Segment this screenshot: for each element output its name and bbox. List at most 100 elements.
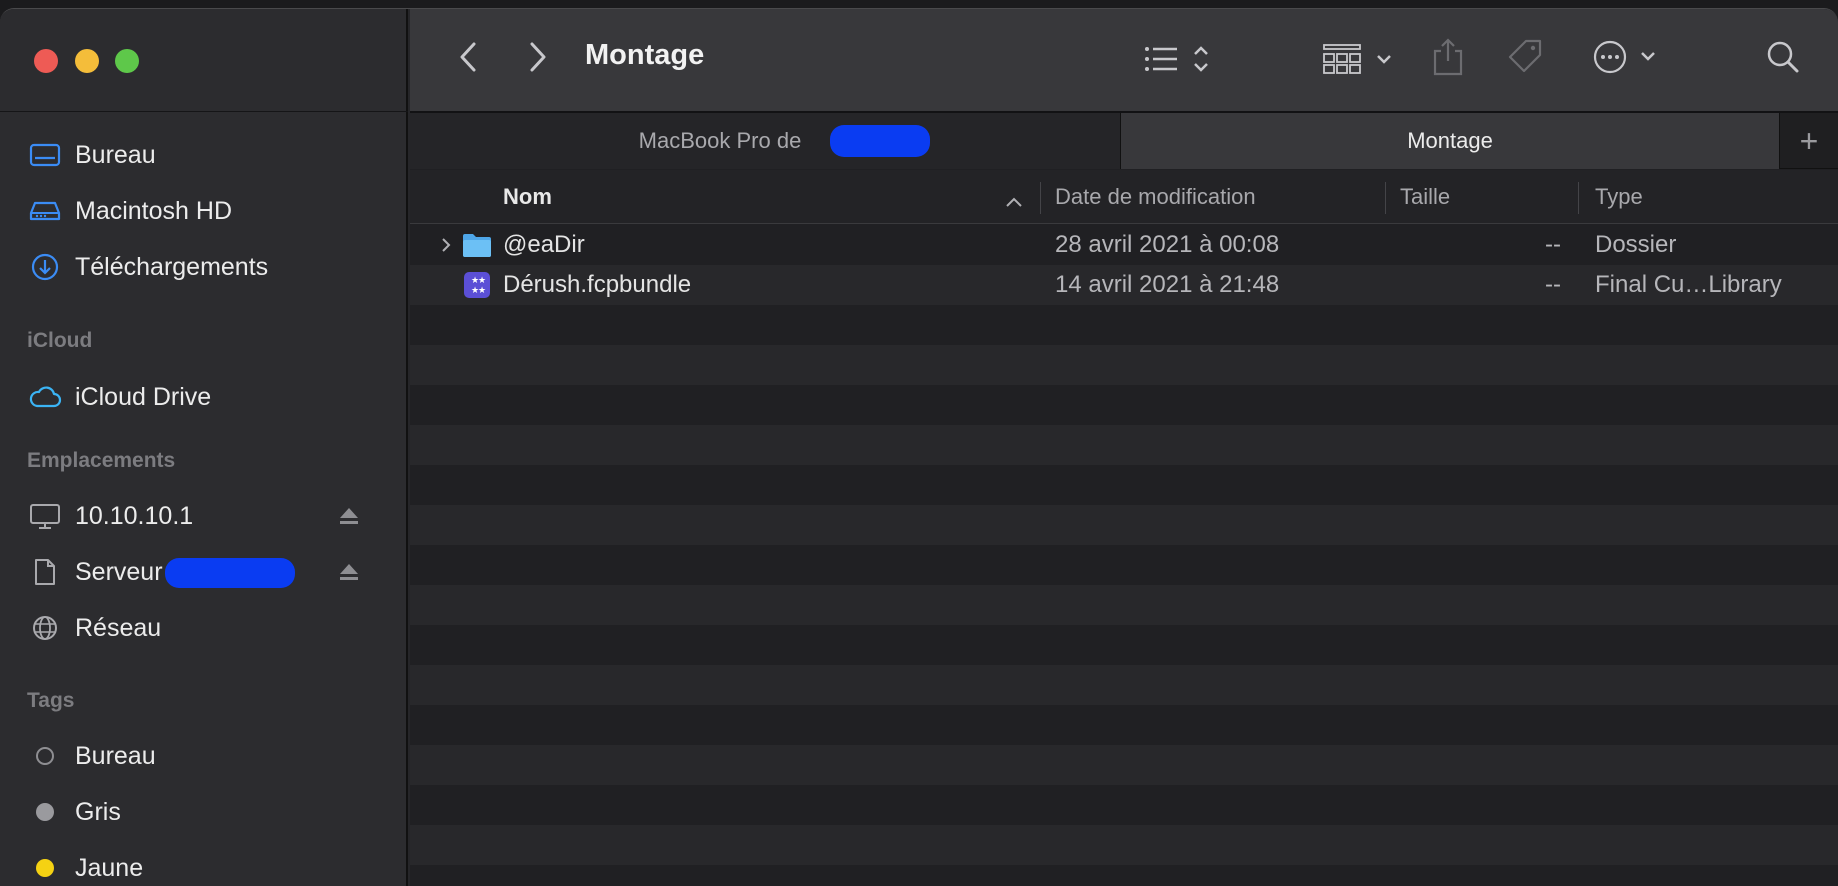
sidebar-tag-bureau[interactable]: Bureau xyxy=(0,734,400,778)
sidebar: Bureau Macintosh HD Téléchargements iClo… xyxy=(0,9,408,886)
sidebar-item-macintosh-hd[interactable]: Macintosh HD xyxy=(0,189,400,233)
tab-macbook-pro[interactable]: MacBook Pro de xyxy=(410,113,1120,169)
sidebar-item-bureau[interactable]: Bureau xyxy=(0,133,400,177)
eject-icon[interactable] xyxy=(338,562,360,582)
sidebar-heading-locations: Emplacements xyxy=(27,449,176,472)
sidebar-item-label: Téléchargements xyxy=(75,252,269,281)
file-row-eadir[interactable]: @eaDir 28 avril 2021 à 00:08 -- Dossier xyxy=(410,225,1838,265)
share-button[interactable] xyxy=(1430,37,1466,81)
back-button[interactable] xyxy=(450,41,486,77)
file-type: Dossier xyxy=(1595,231,1677,258)
group-button[interactable] xyxy=(1320,43,1396,79)
sidebar-tag-gris[interactable]: Gris xyxy=(0,790,400,834)
search-icon xyxy=(1766,40,1800,79)
file-date: 28 avril 2021 à 00:08 xyxy=(1055,231,1280,258)
sidebar-item-label: iCloud Drive xyxy=(75,382,212,411)
column-label: Date de modification xyxy=(1055,184,1256,209)
redaction-mark xyxy=(830,125,930,157)
empty-row xyxy=(410,305,1838,345)
file-date: 14 avril 2021 à 21:48 xyxy=(1055,271,1280,298)
new-tab-button[interactable]: + xyxy=(1780,113,1838,169)
folder-icon xyxy=(462,225,492,265)
column-label: Type xyxy=(1595,184,1643,209)
sidebar-item-label: 10.10.10.1 xyxy=(75,501,194,530)
ellipsis-circle-icon xyxy=(1592,39,1664,80)
chevron-right-icon xyxy=(528,41,548,78)
tab-label: Montage xyxy=(1407,128,1493,153)
file-row-derush[interactable]: ★ ★ ★ ★ Dérush.fcpbundle 14 avril 2021 à 21… xyxy=(410,265,1838,305)
tag-icon xyxy=(1506,38,1544,81)
empty-row xyxy=(410,705,1838,745)
file-type: Final Cu…Library xyxy=(1595,271,1782,298)
tab-montage[interactable]: Montage xyxy=(1120,113,1780,169)
column-date[interactable]: Date de modification xyxy=(1055,170,1256,224)
tab-label: MacBook Pro de xyxy=(638,128,802,153)
document-icon xyxy=(28,557,62,587)
chevron-left-icon xyxy=(458,41,478,78)
column-divider xyxy=(1040,182,1041,214)
minimize-window-button[interactable] xyxy=(75,49,99,73)
empty-row xyxy=(410,865,1838,886)
sidebar-heading-icloud: iCloud xyxy=(27,329,93,352)
column-divider xyxy=(1578,182,1579,214)
finder-window: Bureau Macintosh HD Téléchargements iClo… xyxy=(0,8,1838,886)
column-header: Nom Date de modification Taille Type xyxy=(410,170,1838,224)
file-list: @eaDir 28 avril 2021 à 00:08 -- Dossier … xyxy=(410,225,1838,886)
sidebar-item-icloud-drive[interactable]: iCloud Drive xyxy=(0,375,400,419)
tag-outline-icon xyxy=(28,741,62,771)
sidebar-item-serveur[interactable]: Serveur xyxy=(0,550,400,594)
empty-row xyxy=(410,825,1838,865)
empty-row xyxy=(410,785,1838,825)
toolbar: Montage xyxy=(410,9,1838,113)
share-icon xyxy=(1432,37,1464,82)
sidebar-item-10-10-10-1[interactable]: 10.10.10.1 xyxy=(0,494,400,538)
column-divider xyxy=(1385,182,1386,214)
empty-row xyxy=(410,665,1838,705)
sidebar-item-label: Réseau xyxy=(75,613,162,642)
column-label: Nom xyxy=(503,184,552,209)
empty-row xyxy=(410,745,1838,785)
eject-icon[interactable] xyxy=(338,506,360,526)
sidebar-item-label: Bureau xyxy=(75,140,156,169)
file-size: -- xyxy=(1545,271,1561,298)
redaction-mark xyxy=(165,558,295,588)
tag-yellow-dot-icon xyxy=(28,853,62,883)
download-icon xyxy=(28,252,62,282)
desktop-icon xyxy=(28,140,62,170)
file-name: Dérush.fcpbundle xyxy=(503,271,692,298)
search-button[interactable] xyxy=(1763,39,1803,79)
empty-row xyxy=(410,585,1838,625)
empty-row xyxy=(410,425,1838,465)
cloud-icon xyxy=(28,382,62,412)
column-size[interactable]: Taille xyxy=(1400,170,1450,224)
column-name[interactable]: Nom xyxy=(503,170,1023,224)
window-title: Montage xyxy=(585,39,705,71)
sidebar-item-label: Gris xyxy=(75,797,121,826)
empty-row xyxy=(410,345,1838,385)
action-menu-button[interactable] xyxy=(1590,39,1666,80)
disclosure-chevron-icon[interactable] xyxy=(440,225,452,265)
sidebar-item-telechargements[interactable]: Téléchargements xyxy=(0,245,400,289)
list-view-button[interactable] xyxy=(1140,43,1220,79)
hard-drive-icon xyxy=(28,196,62,226)
file-size: -- xyxy=(1545,231,1561,258)
forward-button[interactable] xyxy=(520,41,556,77)
main-pane: Montage MacBook Pro de Montage + Nom Dat… xyxy=(410,9,1838,886)
close-window-button[interactable] xyxy=(34,49,58,73)
svg-text:★: ★ xyxy=(478,276,486,286)
sidebar-item-label: Jaune xyxy=(75,853,144,882)
sidebar-item-label: Serveur xyxy=(75,557,163,586)
sidebar-heading-tags: Tags xyxy=(27,689,75,712)
monitor-icon xyxy=(28,501,62,531)
plus-icon: + xyxy=(1799,122,1819,159)
chevron-up-icon xyxy=(1005,188,1023,214)
column-type[interactable]: Type xyxy=(1595,170,1643,224)
sidebar-item-reseau[interactable]: Réseau xyxy=(0,606,400,650)
tags-button[interactable] xyxy=(1505,39,1545,79)
tag-gray-dot-icon xyxy=(28,797,62,827)
empty-row xyxy=(410,505,1838,545)
fcp-library-icon: ★ ★ ★ ★ xyxy=(463,265,491,305)
empty-row xyxy=(410,625,1838,665)
zoom-window-button[interactable] xyxy=(115,49,139,73)
sidebar-tag-jaune[interactable]: Jaune xyxy=(0,846,400,886)
